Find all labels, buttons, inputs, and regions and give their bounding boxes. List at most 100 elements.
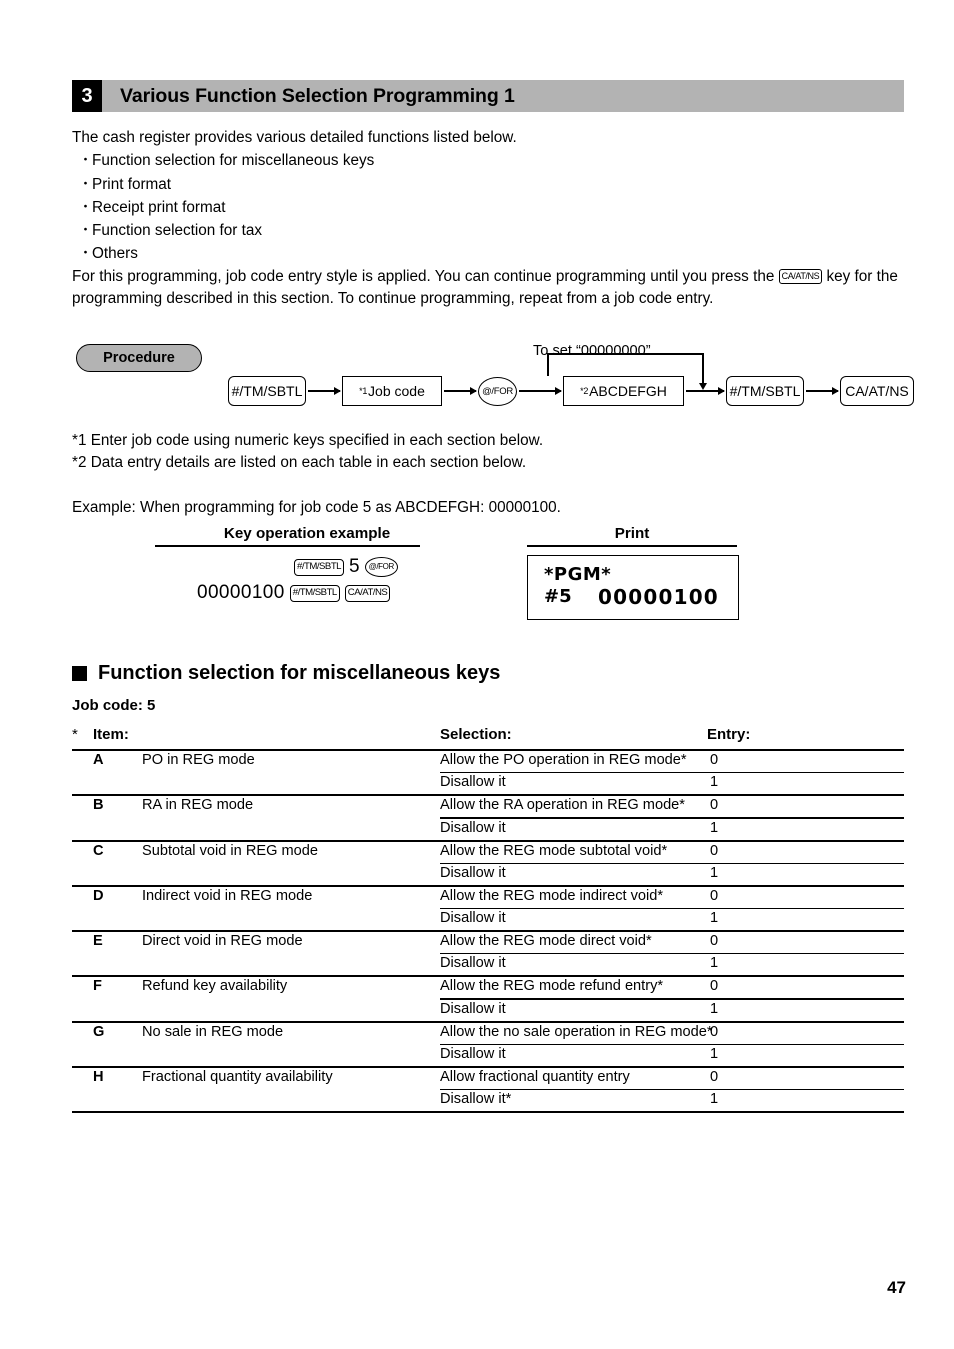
- flow-step-0-label: #/TM/SBTL: [231, 383, 303, 399]
- flow-arrow-0: [308, 386, 341, 395]
- procedure-flow-diagram: #/TM/SBTL *1 Job code @/FOR *2 ABCDEFGH #/…: [228, 353, 914, 422]
- row-entry-value: 0: [710, 1069, 719, 1086]
- print-title: Print: [614, 525, 650, 542]
- print-receipt-line1: *PGM*: [544, 564, 612, 585]
- row-letter: C: [93, 842, 104, 859]
- table-option-row: Disallow it 1: [72, 819, 904, 840]
- tm-sbtl-key-icon-2: #/TM/SBTL: [289, 584, 340, 602]
- print-rule: [527, 545, 737, 547]
- row-item-label: Subtotal void in REG mode: [142, 842, 319, 859]
- table-option-row: Disallow it 1: [72, 954, 904, 975]
- row-item-label: Indirect void in REG mode: [142, 887, 313, 904]
- key-operation-jobcode-value: 5: [349, 556, 360, 577]
- function-selection-heading: Function selection for miscellaneous key…: [72, 662, 500, 685]
- row-selection-text: Allow the RA operation in REG mode*: [440, 797, 685, 814]
- flow-bypass-right-drop: [698, 353, 707, 390]
- table-header-row: * Item: Selection: Entry:: [72, 726, 904, 749]
- table-body: A PO in REG mode Allow the PO operation in…: [72, 751, 904, 1114]
- table-option-row: E Direct void in REG mode Allow the REG mo…: [72, 932, 904, 953]
- section-title: Various Function Selection Programming 1: [102, 80, 904, 112]
- flow-step-1-sup: *1: [359, 386, 368, 396]
- row-item-label: RA in REG mode: [142, 797, 254, 814]
- ca-at-ns-key-icon-2: CA/AT/NS: [344, 584, 391, 602]
- row-letter: E: [93, 933, 103, 950]
- row-selection-text: Allow the PO operation in REG mode*: [440, 752, 687, 768]
- table-row: F Refund key availability Allow the REG mo…: [72, 977, 904, 1023]
- intro-bullet-0: Function selection for miscellaneous key…: [72, 149, 912, 172]
- intro-paragraph-part1: For this programming, job code entry sty…: [72, 267, 775, 285]
- row-letter: B: [93, 797, 104, 814]
- intro-bullet-1: Print format: [72, 173, 912, 196]
- flow-step-1-label: Job code: [368, 383, 425, 399]
- function-selection-table: * Item: Selection: Entry: A PO in REG mod…: [72, 726, 904, 1114]
- manual-page: 3 Various Function Selection Programming…: [0, 0, 954, 1349]
- key-operation-example: #/TM/SBTL 5 @/FOR 00000100 #/TM/SBTL CA/…: [150, 556, 430, 614]
- table-header-star: *: [72, 726, 78, 743]
- table-option-row: D Indirect void in REG mode Allow the REG …: [72, 887, 904, 908]
- row-entry-value: 1: [710, 1046, 719, 1063]
- table-option-row: G No sale in REG mode Allow the no sale op…: [72, 1023, 904, 1044]
- table-group-rule: [72, 1111, 904, 1114]
- flow-step-5-label: CA/AT/NS: [845, 383, 909, 399]
- flow-step-0-key: #/TM/SBTL: [228, 376, 306, 406]
- section-header: 3 Various Function Selection Programming…: [72, 80, 904, 112]
- to-set-label: To set “00000000”: [533, 343, 651, 359]
- row-selection-text: Disallow it: [440, 1046, 506, 1063]
- row-letter: F: [93, 978, 102, 995]
- flow-step-2-label: @/FOR: [482, 385, 513, 397]
- row-entry-value: 0: [710, 1023, 719, 1040]
- intro-paragraph: For this programming, job code entry sty…: [72, 266, 912, 311]
- key-operation-rule: [155, 545, 420, 547]
- flow-bypass-top-line: [547, 353, 704, 355]
- row-selection-text: Disallow it: [440, 774, 506, 791]
- table-option-row: H Fractional quantity availability Allow f…: [72, 1068, 904, 1089]
- row-selection-text: Allow the REG mode direct void*: [440, 933, 652, 950]
- job-code-label: Job code: 5: [72, 697, 156, 714]
- table-row: C Subtotal void in REG mode Allow the REG …: [72, 842, 904, 887]
- row-selection-text: Allow the no sale operation in REG mode*: [440, 1023, 713, 1040]
- table-row: B RA in REG mode Allow the RA operation in…: [72, 796, 904, 842]
- row-item-label: PO in REG mode: [142, 752, 255, 768]
- flow-step-3-box: *2 ABCDEFGH: [563, 376, 684, 406]
- row-entry-value: 0: [710, 797, 719, 814]
- row-selection-text: Disallow it: [440, 1000, 506, 1017]
- intro-lead: The cash register provides various detai…: [72, 129, 517, 146]
- table-row: G No sale in REG mode Allow the no sale op…: [72, 1023, 904, 1069]
- row-selection-text: Disallow it*: [440, 1091, 512, 1108]
- flow-arrow-2: [519, 386, 562, 395]
- key-operation-row-1: #/TM/SBTL 5 @/FOR: [294, 556, 398, 578]
- row-item-label: Refund key availability: [142, 978, 288, 995]
- section-number: 3: [72, 80, 102, 112]
- flow-step-3-label: ABCDEFGH: [589, 383, 667, 399]
- row-selection-text: Allow the REG mode subtotal void*: [440, 842, 668, 859]
- row-entry-value: 1: [710, 1000, 719, 1017]
- table-option-row: Disallow it 1: [72, 1000, 904, 1021]
- row-letter: D: [93, 887, 104, 904]
- row-entry-value: 0: [710, 887, 719, 904]
- print-receipt-value: 00000100: [598, 585, 719, 609]
- row-entry-value: 0: [710, 842, 719, 859]
- row-entry-value: 1: [710, 864, 719, 881]
- flow-arrow-3: [686, 386, 725, 395]
- flow-step-4-label: #/TM/SBTL: [729, 383, 801, 399]
- tm-sbtl-key-icon: #/TM/SBTL: [294, 558, 345, 576]
- row-entry-value: 0: [710, 933, 719, 950]
- table-option-row: C Subtotal void in REG mode Allow the REG …: [72, 842, 904, 863]
- key-operation-row-2: 00000100 #/TM/SBTL CA/AT/NS: [197, 582, 391, 604]
- table-row: A PO in REG mode Allow the PO operation in…: [72, 751, 904, 797]
- row-selection-text: Allow the REG mode indirect void*: [440, 887, 664, 904]
- key-operation-amount-value: 00000100: [197, 582, 285, 603]
- row-item-label: Direct void in REG mode: [142, 933, 303, 950]
- row-item-label: No sale in REG mode: [142, 1023, 284, 1040]
- row-selection-text: Allow the REG mode refund entry*: [440, 978, 664, 995]
- example-line: Example: When programming for job code 5…: [72, 499, 561, 516]
- table-header-item: Item:: [93, 726, 129, 743]
- row-selection-text: Allow fractional quantity entry: [440, 1069, 630, 1086]
- row-item-label: Fractional quantity availability: [142, 1069, 333, 1086]
- table-row: H Fractional quantity availability Allow f…: [72, 1068, 904, 1114]
- row-letter: A: [93, 752, 104, 768]
- flow-arrow-4: [806, 386, 839, 395]
- print-receipt-jobcode: #5: [544, 586, 572, 607]
- footnote-2: *2 Data entry details are listed on each…: [72, 454, 527, 472]
- table-header-entry: Entry:: [707, 726, 751, 743]
